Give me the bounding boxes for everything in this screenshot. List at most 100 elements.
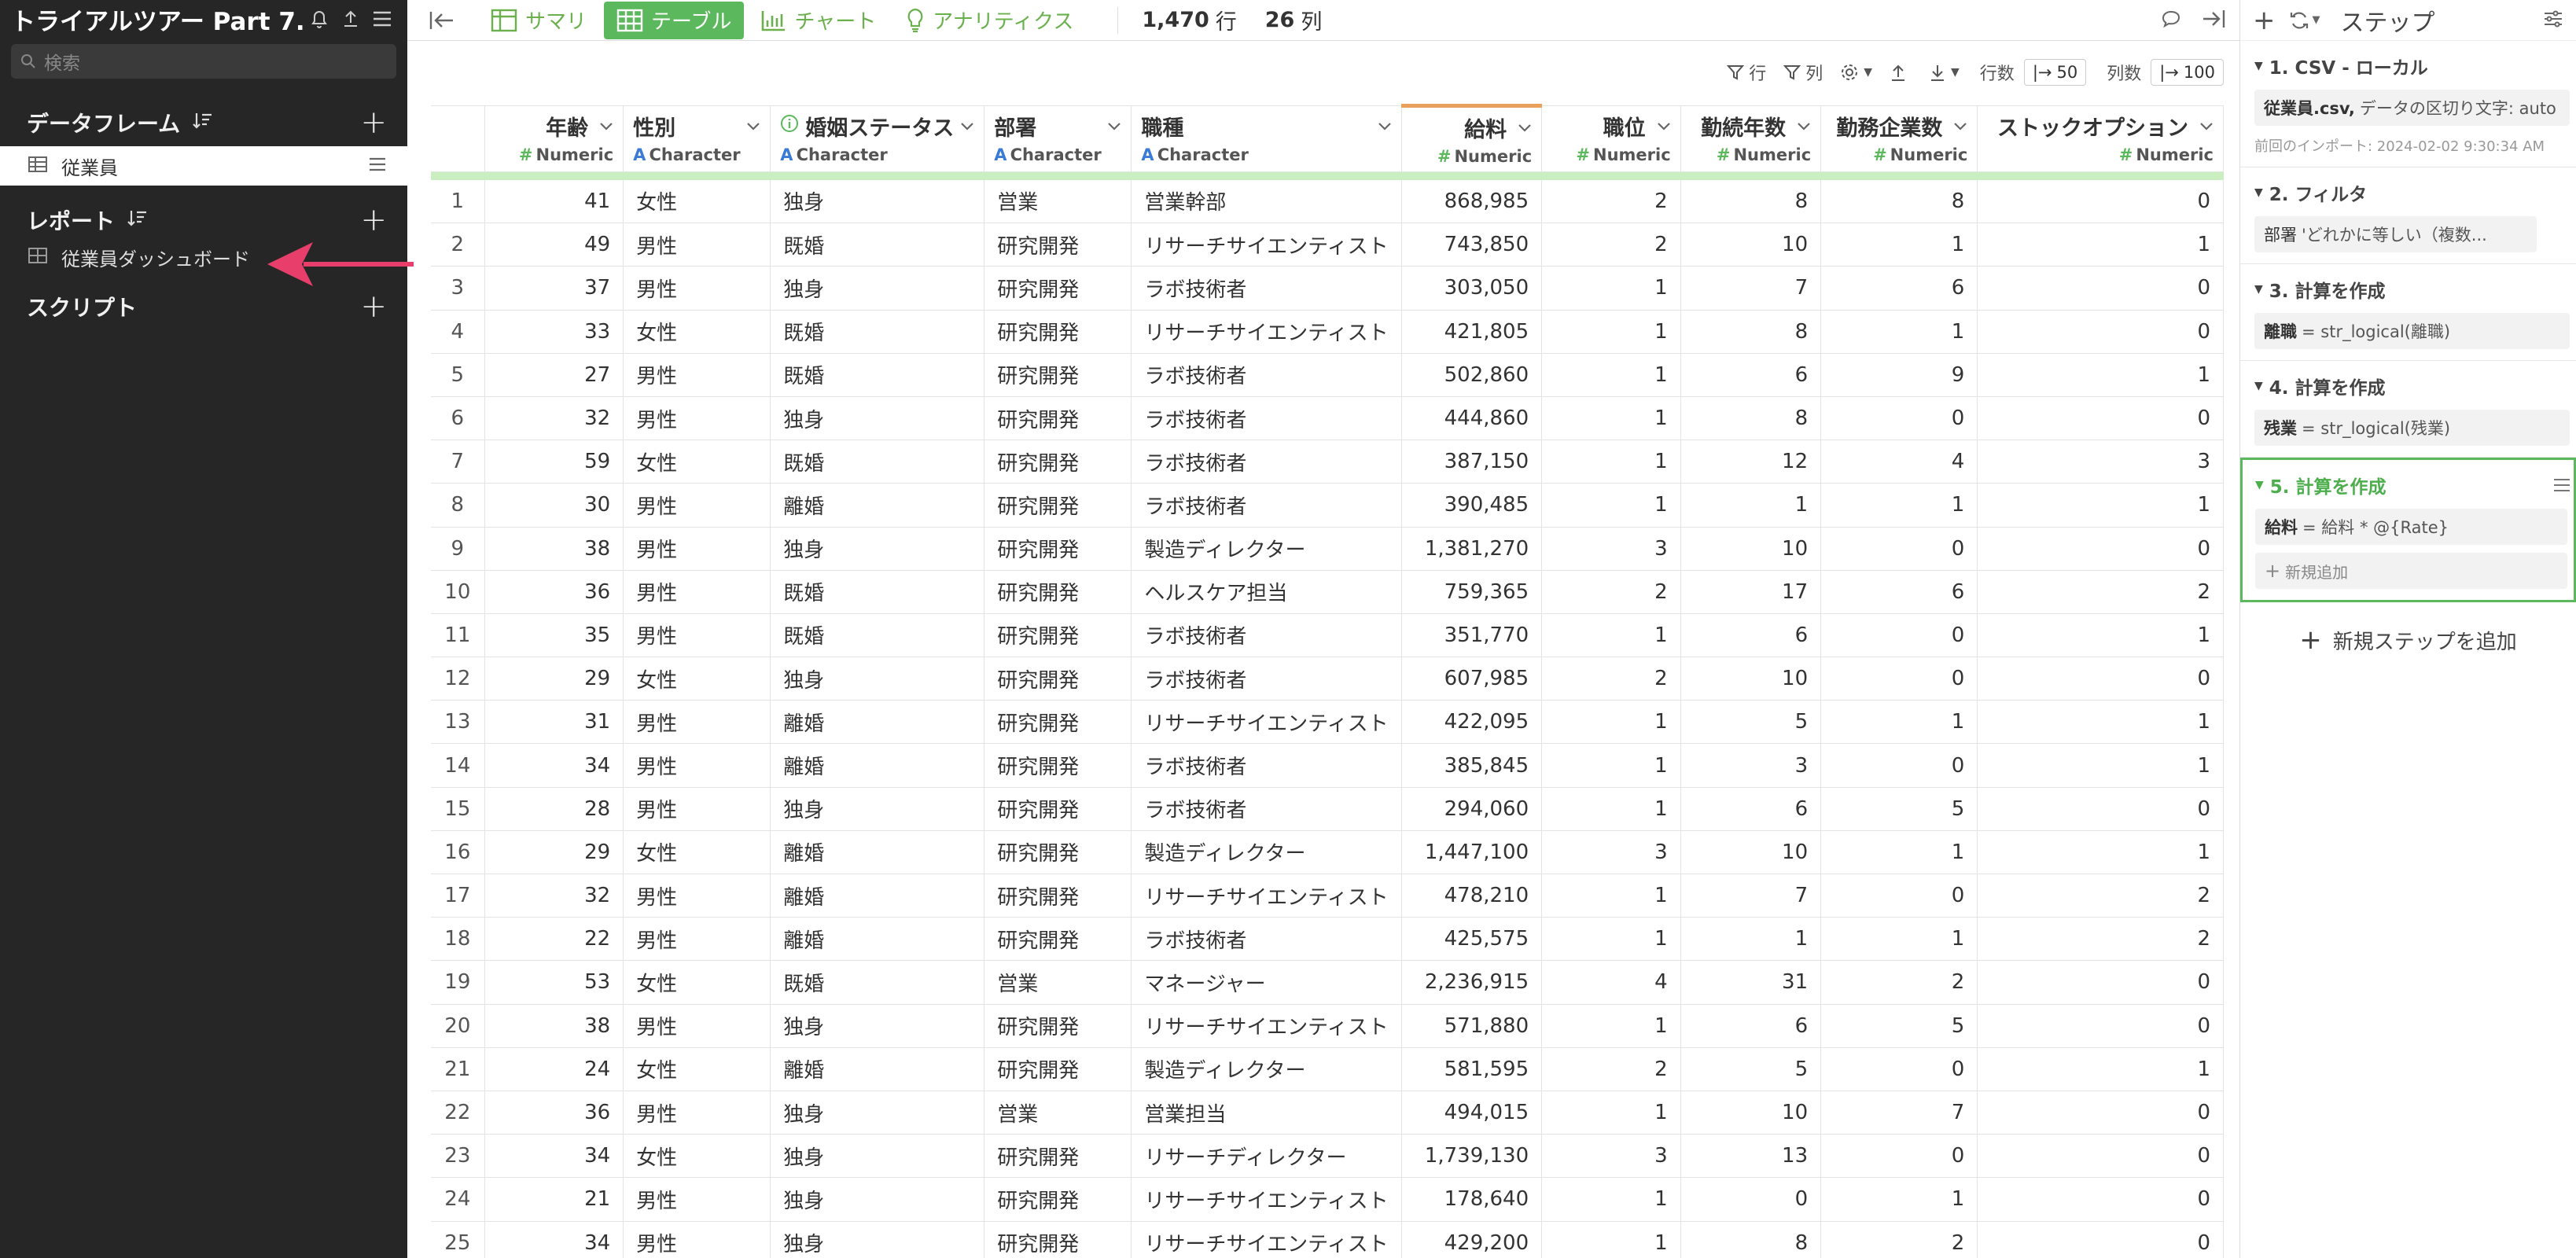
triangle-down-icon[interactable]: ▼ bbox=[2254, 380, 2263, 392]
table-cell[interactable]: 離婚 bbox=[770, 743, 985, 788]
table-cell[interactable]: 男性 bbox=[623, 1004, 771, 1048]
add-new-calculation-button[interactable]: + 新規追加 bbox=[2255, 553, 2567, 589]
table-cell[interactable]: ヘルスケア担当 bbox=[1131, 570, 1402, 614]
table-cell[interactable]: 3 bbox=[1977, 440, 2224, 484]
table-cell[interactable]: 男性 bbox=[623, 1091, 771, 1135]
column-header[interactable]: 勤務企業数 # Numeric bbox=[1820, 105, 1978, 172]
table-cell[interactable]: 29 bbox=[484, 657, 624, 701]
table-cell[interactable]: 0 bbox=[1977, 1177, 2224, 1222]
table-cell[interactable]: 5 bbox=[1680, 700, 1822, 745]
table-cell[interactable]: 営業担当 bbox=[1131, 1091, 1402, 1135]
table-cell[interactable]: 294,060 bbox=[1401, 787, 1543, 831]
table-cell[interactable]: 1 bbox=[1820, 1177, 1978, 1222]
table-cell[interactable]: 1 bbox=[1820, 830, 1978, 875]
table-cell[interactable]: 5 bbox=[1820, 1004, 1978, 1048]
table-cell[interactable]: 研究開発 bbox=[984, 830, 1132, 875]
table-cell[interactable]: 607,985 bbox=[1401, 657, 1543, 701]
table-cell[interactable]: 8 bbox=[1680, 310, 1822, 354]
table-cell[interactable]: 759,365 bbox=[1401, 570, 1543, 614]
table-cell[interactable]: 3 bbox=[1680, 743, 1822, 788]
table-cell[interactable]: 男性 bbox=[623, 1221, 771, 1258]
table-cell[interactable]: 385,845 bbox=[1401, 743, 1543, 788]
table-cell[interactable]: 男性 bbox=[623, 223, 771, 267]
table-cell[interactable]: 0 bbox=[1977, 787, 2224, 831]
table-cell[interactable]: 494,015 bbox=[1401, 1091, 1543, 1135]
table-cell[interactable]: 女性 bbox=[623, 440, 771, 484]
table-cell[interactable]: 8 bbox=[1680, 179, 1822, 224]
table-cell[interactable]: 研究開発 bbox=[984, 440, 1132, 484]
table-cell[interactable]: 22 bbox=[484, 917, 624, 962]
tab-chart[interactable]: チャート bbox=[749, 2, 889, 39]
table-cell[interactable]: 3 bbox=[1541, 1134, 1681, 1179]
table-cell[interactable]: 0 bbox=[1977, 396, 2224, 441]
table-cell[interactable]: 502,860 bbox=[1401, 353, 1543, 397]
table-cell[interactable]: 男性 bbox=[623, 917, 771, 962]
table-cell[interactable]: ラボ技術者 bbox=[1131, 396, 1402, 441]
table-cell[interactable]: 5 bbox=[1820, 787, 1978, 831]
table-cell[interactable]: 1 bbox=[1541, 396, 1681, 441]
row-number[interactable]: 5 bbox=[431, 353, 485, 397]
table-cell[interactable]: 1 bbox=[1541, 1177, 1681, 1222]
table-cell[interactable]: 1,739,130 bbox=[1401, 1134, 1543, 1179]
table-cell[interactable]: 女性 bbox=[623, 179, 771, 224]
table-cell[interactable]: 研究開発 bbox=[984, 570, 1132, 614]
table-cell[interactable]: 0 bbox=[1820, 743, 1978, 788]
table-cell[interactable]: 34 bbox=[484, 743, 624, 788]
column-header[interactable]: 給料 # Numeric bbox=[1401, 104, 1543, 172]
table-cell[interactable]: 1 bbox=[1977, 830, 2224, 875]
table-cell[interactable]: 0 bbox=[1820, 874, 1978, 918]
table-cell[interactable]: 3 bbox=[1541, 830, 1681, 875]
step-detail[interactable]: 部署 'どれかに等しい（複数... bbox=[2254, 216, 2537, 252]
table-cell[interactable]: 営業 bbox=[984, 179, 1132, 224]
table-cell[interactable]: 6 bbox=[1820, 266, 1978, 311]
step-create-calculation-4[interactable]: ▼ 4. 計算を作成 残業 = str_logical(残業) bbox=[2240, 361, 2576, 458]
table-cell[interactable]: 離婚 bbox=[770, 917, 985, 962]
step-create-calculation-3[interactable]: ▼ 3. 計算を作成 離職 = str_logical(離職) bbox=[2240, 264, 2576, 361]
step-menu-icon[interactable] bbox=[2553, 474, 2570, 498]
table-cell[interactable]: 1 bbox=[1680, 483, 1822, 528]
table-cell[interactable]: 41 bbox=[484, 179, 624, 224]
table-cell[interactable]: 1 bbox=[1541, 1091, 1681, 1135]
chevron-down-icon[interactable] bbox=[1797, 116, 1811, 135]
table-cell[interactable]: 7 bbox=[1680, 266, 1822, 311]
row-number[interactable]: 18 bbox=[431, 917, 485, 962]
row-number[interactable]: 15 bbox=[431, 787, 485, 831]
triangle-down-icon[interactable]: ▼ bbox=[2254, 60, 2263, 72]
table-cell[interactable]: 0 bbox=[1820, 1047, 1978, 1091]
table-cell[interactable]: 0 bbox=[1977, 266, 2224, 311]
table-cell[interactable]: 36 bbox=[484, 1091, 624, 1135]
tab-analytics[interactable]: アナリティクス bbox=[893, 2, 1086, 39]
collapse-sidebar-icon[interactable] bbox=[423, 2, 462, 39]
table-cell[interactable]: 既婚 bbox=[770, 613, 985, 658]
table-cell[interactable]: 1 bbox=[1820, 917, 1978, 962]
table-cell[interactable]: 743,850 bbox=[1401, 223, 1543, 267]
table-cell[interactable]: 1 bbox=[1977, 1047, 2224, 1091]
chevron-down-icon[interactable] bbox=[1378, 116, 1392, 135]
table-cell[interactable]: 34 bbox=[484, 1221, 624, 1258]
collapse-right-panel-icon[interactable] bbox=[2200, 9, 2225, 32]
table-cell[interactable]: 男性 bbox=[623, 1177, 771, 1222]
table-cell[interactable]: 9 bbox=[1820, 353, 1978, 397]
table-cell[interactable]: 1 bbox=[1541, 310, 1681, 354]
table-cell[interactable]: 男性 bbox=[623, 527, 771, 571]
table-cell[interactable]: 387,150 bbox=[1401, 440, 1543, 484]
table-cell[interactable]: ラボ技術者 bbox=[1131, 483, 1402, 528]
tab-summary[interactable]: サマリ bbox=[478, 2, 599, 39]
table-cell[interactable]: 既婚 bbox=[770, 223, 985, 267]
table-cell[interactable]: 27 bbox=[484, 353, 624, 397]
table-cell[interactable]: 1 bbox=[1541, 787, 1681, 831]
table-cell[interactable]: 男性 bbox=[623, 353, 771, 397]
row-number[interactable]: 21 bbox=[431, 1047, 485, 1091]
add-report-button[interactable]: + bbox=[360, 204, 387, 236]
row-number[interactable]: 13 bbox=[431, 700, 485, 745]
table-cell[interactable]: 1 bbox=[1541, 743, 1681, 788]
chevron-down-icon[interactable] bbox=[960, 116, 974, 135]
column-header[interactable]: 婚姻ステータス A Character bbox=[770, 105, 985, 172]
table-cell[interactable]: リサーチサイエンティスト bbox=[1131, 223, 1402, 267]
table-cell[interactable]: 6 bbox=[1680, 613, 1822, 658]
table-cell[interactable]: 0 bbox=[1977, 960, 2224, 1005]
table-cell[interactable]: ラボ技術者 bbox=[1131, 266, 1402, 311]
tab-table[interactable]: テーブル bbox=[604, 1, 745, 39]
table-cell[interactable]: 5 bbox=[1680, 1047, 1822, 1091]
table-cell[interactable]: 独身 bbox=[770, 657, 985, 701]
